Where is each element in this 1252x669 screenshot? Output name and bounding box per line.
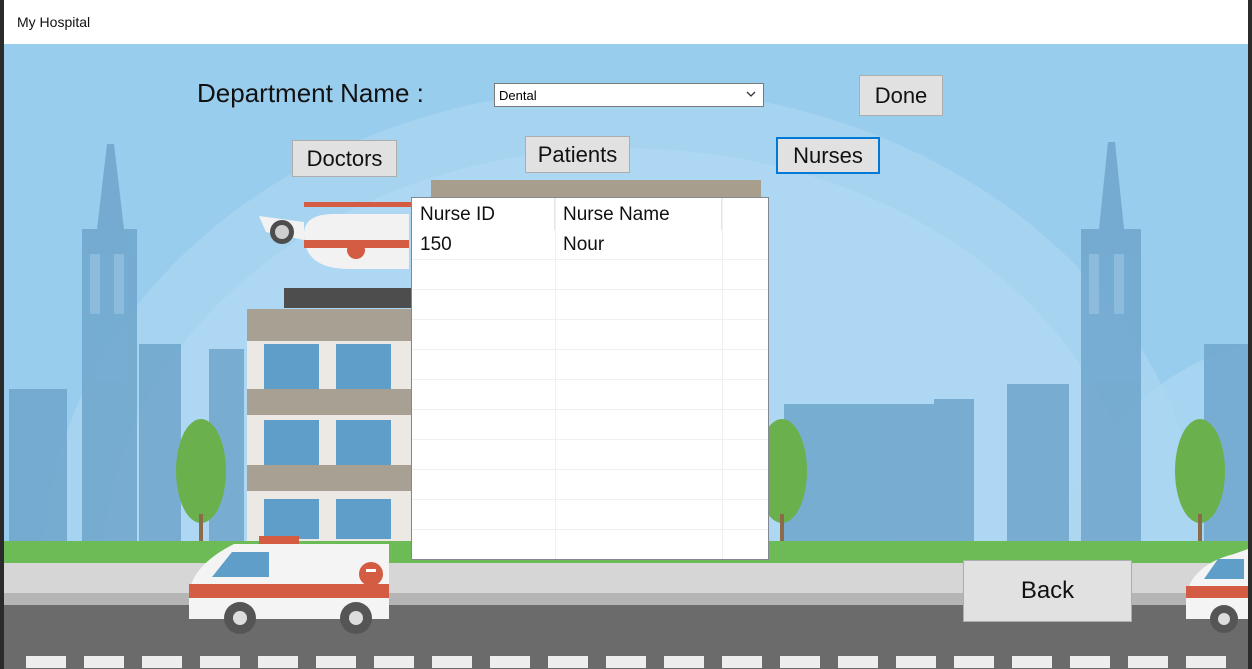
chevron-down-icon xyxy=(746,91,756,97)
column-header-nurse-id[interactable]: Nurse ID xyxy=(412,198,555,230)
window-title: My Hospital xyxy=(17,14,91,30)
column-header-nurse-name[interactable]: Nurse Name xyxy=(555,198,722,230)
app-window: My Hospital Department Name: Dental Don… xyxy=(4,0,1248,669)
done-button[interactable]: Done xyxy=(859,75,943,116)
cell-nurse-id[interactable]: 150 xyxy=(412,230,555,260)
patients-button[interactable]: Patients xyxy=(525,136,630,173)
department-name-label: Department Name : xyxy=(197,78,424,108)
department-select[interactable]: Dental xyxy=(494,83,764,107)
title-bar: My Hospital xyxy=(4,0,1248,45)
nurses-button[interactable]: Nurses xyxy=(776,137,880,174)
doctors-button[interactable]: Doctors xyxy=(292,140,397,177)
department-select-value: Dental xyxy=(499,88,537,103)
cell-nurse-name[interactable]: Nour xyxy=(555,230,722,260)
back-button[interactable]: Back xyxy=(963,560,1132,622)
nurses-data-grid[interactable]: Nurse ID Nurse Name 150 Nour xyxy=(411,197,769,560)
